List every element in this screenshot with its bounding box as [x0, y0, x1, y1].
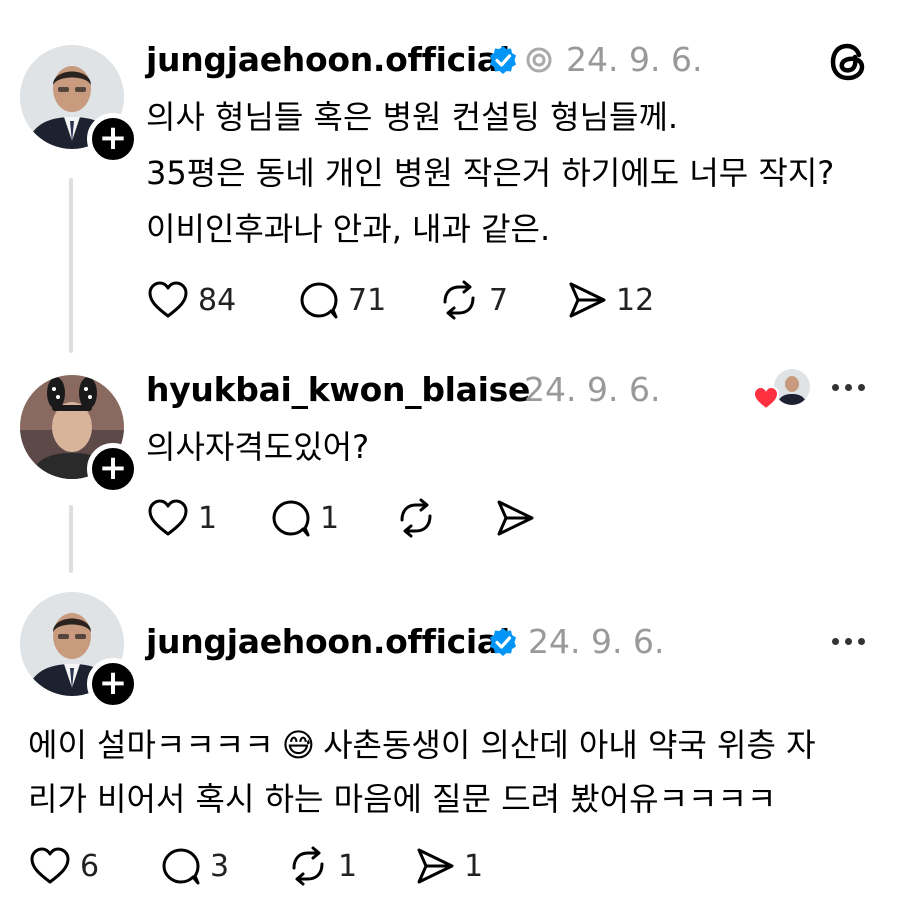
- like-count: 6: [80, 848, 100, 884]
- comment-icon: [298, 280, 340, 320]
- threads-logo-icon[interactable]: [828, 41, 870, 83]
- post-text-line: 의사자격도있어?: [146, 428, 370, 466]
- reply-count: 3: [210, 848, 230, 884]
- share-count: 1: [464, 848, 484, 884]
- more-options-icon[interactable]: [832, 638, 865, 645]
- repost-button[interactable]: [394, 498, 438, 538]
- post-text-line: 35평은 동네 개인 병원 작은거 하기에도 너무 작지?: [146, 154, 835, 192]
- follow-plus-button[interactable]: +: [87, 443, 139, 495]
- post-text-line: 에이 설마ㅋㅋㅋㅋ 😅 사촌동생이 의산데 아내 약국 위층 자: [28, 718, 816, 772]
- send-icon: [494, 498, 536, 538]
- post-text-line: 이비인후과나 안과, 내과 같은.: [146, 210, 551, 248]
- post-text-segment: 에이 설마ㅋㅋㅋㅋ: [28, 726, 274, 764]
- comment-icon: [160, 846, 202, 886]
- repost-count: 1: [338, 848, 358, 884]
- post-text-line: 의사 형님들 혹은 병원 컨설팅 형님들께.: [146, 98, 679, 136]
- heart-filled-icon: [752, 385, 780, 415]
- like-count: 1: [198, 500, 218, 536]
- comment-icon: [270, 498, 312, 538]
- threads-ring-icon: [524, 45, 554, 75]
- post-date: 24. 9. 6.: [566, 40, 703, 79]
- like-count: 84: [198, 282, 237, 318]
- repost-button[interactable]: 7: [437, 280, 508, 320]
- reply-button[interactable]: 71: [298, 280, 386, 320]
- verified-badge-icon: [487, 44, 519, 76]
- repost-icon: [394, 498, 438, 538]
- share-button[interactable]: 12: [566, 280, 654, 320]
- follow-plus-button[interactable]: +: [87, 658, 139, 710]
- share-button[interactable]: [494, 498, 536, 538]
- like-button[interactable]: 6: [28, 846, 99, 886]
- heart-icon: [146, 280, 190, 320]
- follow-plus-button[interactable]: +: [87, 113, 139, 165]
- thread-line: [69, 505, 73, 573]
- post-text-segment: 사촌동생이 의산데 아내 약국 위층 자: [323, 726, 816, 764]
- like-button[interactable]: 1: [146, 498, 217, 538]
- reply-count: 71: [348, 282, 387, 318]
- verified-badge-icon: [487, 626, 519, 658]
- post-date: 24. 9. 6.: [524, 370, 661, 409]
- liked-by-author-indicator: [752, 369, 810, 413]
- repost-button[interactable]: 1: [286, 846, 357, 886]
- heart-icon: [28, 846, 72, 886]
- thread-line: [69, 178, 73, 353]
- post-username[interactable]: jungjaehoon.official: [146, 622, 510, 661]
- reply-button[interactable]: 1: [270, 498, 339, 538]
- share-count: 12: [616, 282, 655, 318]
- repost-count: 7: [489, 282, 509, 318]
- post-date: 24. 9. 6.: [528, 622, 665, 661]
- post-text-line: 리가 비어서 혹시 하는 마음에 질문 드려 봤어유ㅋㅋㅋㅋ: [28, 780, 777, 818]
- share-button[interactable]: 1: [414, 846, 483, 886]
- post-username[interactable]: hyukbai_kwon_blaise: [146, 370, 530, 409]
- repost-icon: [437, 280, 481, 320]
- post-username[interactable]: jungjaehoon.official: [146, 40, 510, 79]
- repost-icon: [286, 846, 330, 886]
- send-icon: [414, 846, 456, 886]
- heart-icon: [146, 498, 190, 538]
- reply-count: 1: [320, 500, 340, 536]
- sweat-smile-emoji: 😅: [281, 726, 316, 764]
- send-icon: [566, 280, 608, 320]
- more-options-icon[interactable]: [832, 384, 865, 391]
- reply-button[interactable]: 3: [160, 846, 229, 886]
- like-button[interactable]: 84: [146, 280, 236, 320]
